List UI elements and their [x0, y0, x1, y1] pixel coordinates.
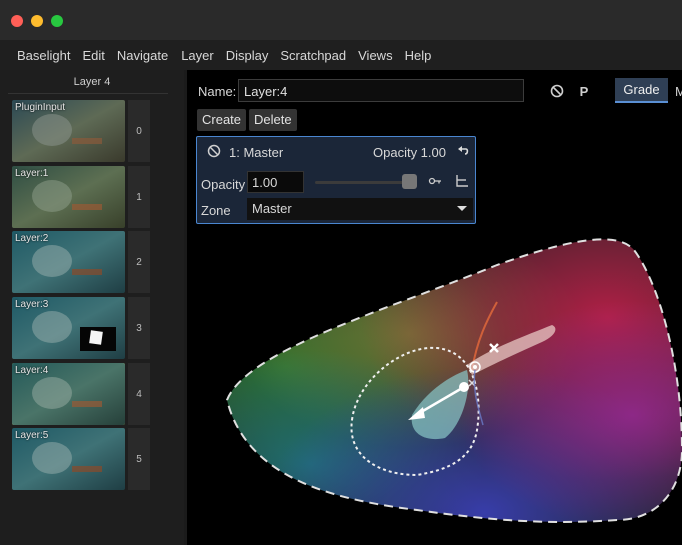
matte-overlay [80, 327, 116, 351]
layer-row-2[interactable]: Layer:2 2 [0, 231, 184, 293]
menu-baselight[interactable]: Baselight [17, 48, 70, 63]
layer-thumbnail[interactable]: Layer:2 [12, 231, 125, 293]
master-header: 1: Master Opacity 1.00 [197, 137, 475, 165]
chevron-down-icon [457, 206, 467, 211]
curve-icon[interactable] [455, 174, 469, 191]
layer-label: PluginInput [15, 102, 66, 113]
close-window-button[interactable] [11, 15, 23, 27]
divider [8, 93, 168, 94]
p-button[interactable]: P [574, 80, 594, 102]
bypass-icon[interactable] [207, 144, 221, 161]
menu-layer[interactable]: Layer [181, 48, 214, 63]
layer-number: 0 [128, 100, 150, 162]
name-label: Name: [198, 84, 237, 99]
layer-name-field[interactable]: Layer:4 [238, 79, 524, 102]
opacity-slider-track[interactable] [315, 181, 413, 184]
reset-icon[interactable] [456, 144, 470, 161]
layer-number: 2 [128, 231, 150, 293]
gamut-area [227, 239, 682, 522]
grade-panel: Name: Layer:4 P Grade M Create Delete 1:… [187, 70, 682, 545]
opacity-input[interactable]: 1.00 [247, 171, 304, 193]
minimize-window-button[interactable] [31, 15, 43, 27]
layer-thumbnail[interactable]: Layer:5 [12, 428, 125, 490]
layer-thumbnail[interactable]: PluginInput [12, 100, 125, 162]
layer-number: 4 [128, 363, 150, 425]
menu-help[interactable]: Help [405, 48, 432, 63]
master-grade-panel: 1: Master Opacity 1.00 Opacity 1.00 Zone… [196, 136, 476, 224]
layer-label: Layer:4 [15, 365, 49, 376]
bypass-icon[interactable] [547, 80, 567, 102]
create-button[interactable]: Create [197, 109, 247, 131]
menu-views[interactable]: Views [358, 48, 392, 63]
pivot-target-dot [473, 365, 477, 369]
master-title: 1: Master [229, 145, 284, 160]
menu-edit[interactable]: Edit [82, 48, 104, 63]
layer-sidebar: Layer 4 PluginInput 0 Layer:1 1 Layer:2 … [0, 70, 184, 545]
matte-shape [89, 330, 103, 345]
menu-bar: Baselight Edit Navigate Layer Display Sc… [0, 40, 682, 70]
layer-label: Layer:1 [15, 168, 49, 179]
opacity-label: Opacity [201, 177, 246, 192]
tab-more[interactable]: M [675, 84, 682, 99]
zone-label: Zone [201, 203, 231, 218]
layer-thumbnail[interactable]: Layer:3 [12, 297, 125, 359]
layer-label: Layer:5 [15, 430, 49, 441]
layer-label: Layer:2 [15, 233, 49, 244]
title-bar [0, 0, 682, 40]
zone-select[interactable]: Master [247, 198, 473, 220]
layer-row-plugininput[interactable]: PluginInput 0 [0, 100, 184, 162]
zone-value: Master [252, 201, 292, 216]
zoom-window-button[interactable] [51, 15, 63, 27]
grade-handle[interactable] [459, 382, 469, 392]
layer-number: 3 [128, 297, 150, 359]
layer-row-4[interactable]: Layer:4 4 [0, 363, 184, 425]
layer-row-5[interactable]: Layer:5 5 [0, 428, 184, 490]
tab-grade[interactable]: Grade [615, 78, 668, 103]
menu-display[interactable]: Display [226, 48, 269, 63]
sidebar-title: Layer 4 [73, 76, 111, 88]
layer-label: Layer:3 [15, 299, 49, 310]
layer-row-3[interactable]: Layer:3 3 [0, 297, 184, 359]
layer-row-1[interactable]: Layer:1 1 [0, 166, 184, 228]
layer-number: 1 [128, 166, 150, 228]
key-icon[interactable] [428, 175, 442, 190]
opacity-summary: Opacity 1.00 [373, 145, 446, 160]
menu-navigate[interactable]: Navigate [117, 48, 168, 63]
opacity-slider-knob[interactable] [402, 174, 417, 189]
layer-thumbnail[interactable]: Layer:1 [12, 166, 125, 228]
delete-button[interactable]: Delete [249, 109, 297, 131]
menu-scratchpad[interactable]: Scratchpad [280, 48, 346, 63]
layer-thumbnail-selected[interactable]: Layer:4 [12, 363, 125, 425]
layer-number: 5 [128, 428, 150, 490]
